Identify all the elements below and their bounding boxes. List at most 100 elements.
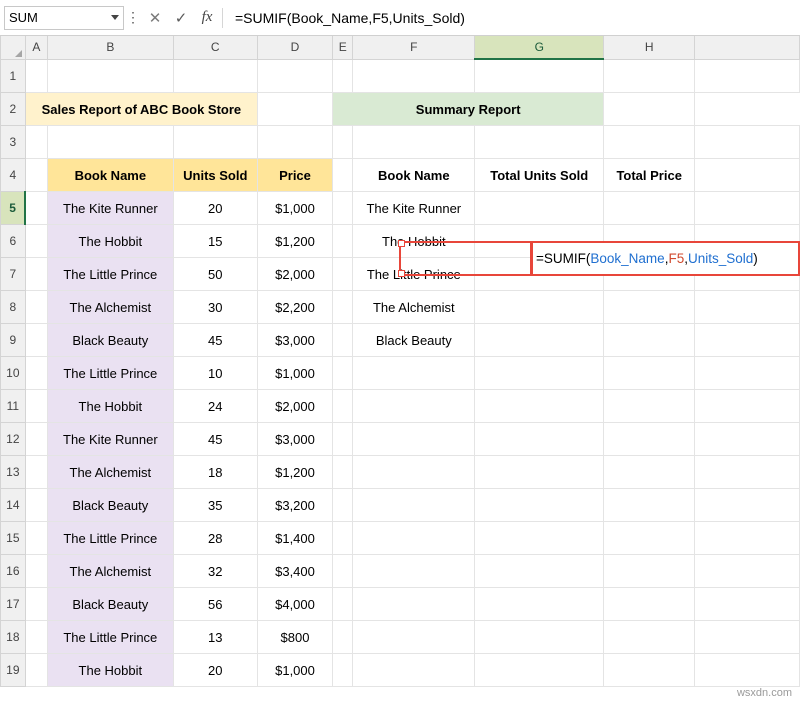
sales-price-8[interactable]: $2,200 — [258, 291, 333, 324]
cell-c3[interactable] — [173, 126, 258, 159]
cell-i19[interactable] — [695, 654, 800, 687]
sales-book-name-18[interactable]: The Little Prince — [48, 621, 173, 654]
row-header-11[interactable]: 11 — [1, 390, 26, 423]
cell-e10[interactable] — [332, 357, 353, 390]
sales-book-name-19[interactable]: The Hobbit — [48, 654, 173, 687]
cell-i3[interactable] — [695, 126, 800, 159]
cell-h19[interactable] — [604, 654, 695, 687]
cell-e15[interactable] — [332, 522, 353, 555]
summary-header-total-price[interactable]: Total Price — [604, 159, 695, 192]
sales-units-8[interactable]: 30 — [173, 291, 258, 324]
row-header-8[interactable]: 8 — [1, 291, 26, 324]
summary-total-price-5[interactable] — [604, 192, 695, 225]
sales-units-18[interactable]: 13 — [173, 621, 258, 654]
row-header-13[interactable]: 13 — [1, 456, 26, 489]
cell-e5[interactable] — [332, 192, 353, 225]
cell-h3[interactable] — [604, 126, 695, 159]
cell-g15[interactable] — [475, 522, 604, 555]
cell-e7[interactable] — [332, 258, 353, 291]
cell-e18[interactable] — [332, 621, 353, 654]
cell-e2[interactable] — [258, 93, 333, 126]
cell-h15[interactable] — [604, 522, 695, 555]
row-header-18[interactable]: 18 — [1, 621, 26, 654]
row-header-10[interactable]: 10 — [1, 357, 26, 390]
row-header-17[interactable]: 17 — [1, 588, 26, 621]
cell-i1[interactable] — [695, 59, 800, 93]
cell-e3[interactable] — [332, 126, 353, 159]
sales-units-11[interactable]: 24 — [173, 390, 258, 423]
sales-units-14[interactable]: 35 — [173, 489, 258, 522]
sales-units-6[interactable]: 15 — [173, 225, 258, 258]
cell-e16[interactable] — [332, 555, 353, 588]
sales-header-units-sold[interactable]: Units Sold — [173, 159, 258, 192]
summary-total-units-8[interactable] — [475, 291, 604, 324]
cell-formula-editor[interactable]: =SUMIF(Book_Name,F5,Units_Sold) — [531, 241, 800, 276]
sales-price-18[interactable]: $800 — [258, 621, 333, 654]
cell-e12[interactable] — [332, 423, 353, 456]
summary-report-title[interactable]: Summary Report — [332, 93, 603, 126]
cell-i11[interactable] — [695, 390, 800, 423]
column-header-d[interactable]: D — [258, 36, 333, 59]
cell-h11[interactable] — [604, 390, 695, 423]
cell-a9[interactable] — [25, 324, 47, 357]
cell-g16[interactable] — [475, 555, 604, 588]
sales-units-9[interactable]: 45 — [173, 324, 258, 357]
sales-price-5[interactable]: $1,000 — [258, 192, 333, 225]
cell-g13[interactable] — [475, 456, 604, 489]
summary-total-units-5[interactable] — [475, 192, 604, 225]
sales-book-name-16[interactable]: The Alchemist — [48, 555, 173, 588]
cell-a14[interactable] — [25, 489, 47, 522]
cell-i10[interactable] — [695, 357, 800, 390]
summary-total-price-8[interactable] — [604, 291, 695, 324]
cell-f13[interactable] — [353, 456, 475, 489]
cell-f1[interactable] — [353, 59, 475, 93]
cell-b1[interactable] — [48, 59, 173, 93]
cell-f3[interactable] — [353, 126, 475, 159]
cell-h18[interactable] — [604, 621, 695, 654]
sales-book-name-9[interactable]: Black Beauty — [48, 324, 173, 357]
cell-a12[interactable] — [25, 423, 47, 456]
cell-h16[interactable] — [604, 555, 695, 588]
summary-book-name-8[interactable]: The Alchemist — [353, 291, 475, 324]
cell-a3[interactable] — [25, 126, 47, 159]
sales-price-9[interactable]: $3,000 — [258, 324, 333, 357]
cell-h1[interactable] — [604, 59, 695, 93]
cell-e13[interactable] — [332, 456, 353, 489]
cell-f12[interactable] — [353, 423, 475, 456]
cell-f16[interactable] — [353, 555, 475, 588]
cell-g14[interactable] — [475, 489, 604, 522]
column-header-e[interactable]: E — [332, 36, 353, 59]
sales-price-15[interactable]: $1,400 — [258, 522, 333, 555]
sales-price-14[interactable]: $3,200 — [258, 489, 333, 522]
cell-h12[interactable] — [604, 423, 695, 456]
cell-a15[interactable] — [25, 522, 47, 555]
cell-i12[interactable] — [695, 423, 800, 456]
column-header-h[interactable]: H — [604, 36, 695, 59]
cell-a19[interactable] — [25, 654, 47, 687]
summary-book-name-9[interactable]: Black Beauty — [353, 324, 475, 357]
cell-a8[interactable] — [25, 291, 47, 324]
sales-book-name-5[interactable]: The Kite Runner — [48, 192, 173, 225]
row-header-6[interactable]: 6 — [1, 225, 26, 258]
cancel-formula-button[interactable]: ✕ — [142, 4, 168, 32]
sales-header-book-name[interactable]: Book Name — [48, 159, 173, 192]
cell-i2[interactable] — [604, 93, 695, 126]
sales-book-name-8[interactable]: The Alchemist — [48, 291, 173, 324]
row-header-1[interactable]: 1 — [1, 59, 26, 93]
cell-a16[interactable] — [25, 555, 47, 588]
cell-f14[interactable] — [353, 489, 475, 522]
cell-i13[interactable] — [695, 456, 800, 489]
cell-h10[interactable] — [604, 357, 695, 390]
cell-i4[interactable] — [695, 159, 800, 192]
column-header-f[interactable]: F — [353, 36, 475, 59]
cell-a17[interactable] — [25, 588, 47, 621]
summary-book-name-5[interactable]: The Kite Runner — [353, 192, 475, 225]
row-header-16[interactable]: 16 — [1, 555, 26, 588]
cell-a13[interactable] — [25, 456, 47, 489]
cell-h13[interactable] — [604, 456, 695, 489]
cell-d1[interactable] — [258, 59, 333, 93]
cell-e14[interactable] — [332, 489, 353, 522]
row-header-7[interactable]: 7 — [1, 258, 26, 291]
cell-f17[interactable] — [353, 588, 475, 621]
column-header-g[interactable]: G — [475, 36, 604, 59]
